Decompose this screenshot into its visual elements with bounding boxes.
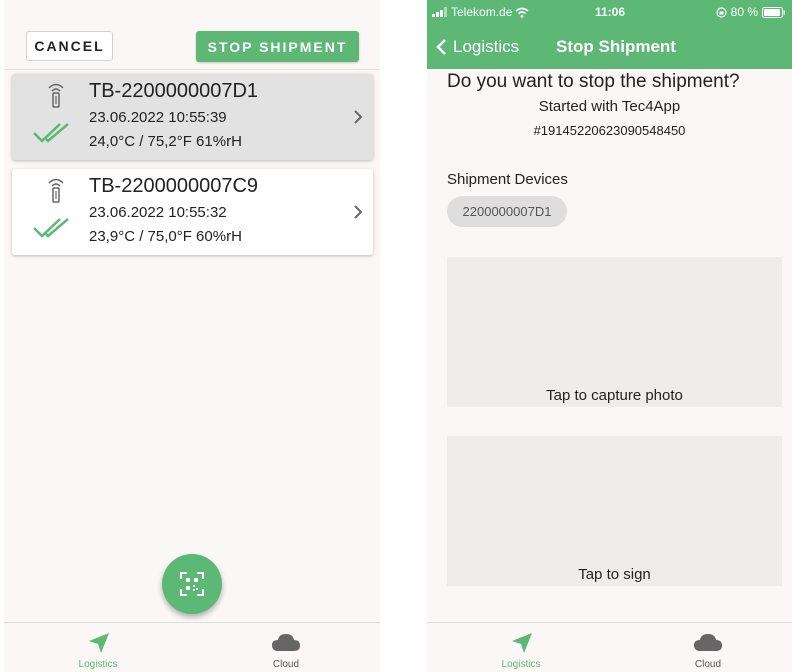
tab-logistics[interactable]: Logistics <box>471 623 571 672</box>
tab-logistics[interactable]: Logistics <box>48 623 148 672</box>
wifi-icon <box>515 7 529 18</box>
confirm-question: Do you want to stop the shipment? <box>447 71 740 92</box>
capture-photo-area[interactable]: Tap to capture photo <box>447 257 782 407</box>
navigation-arrow-icon <box>512 633 532 653</box>
device-id: TB-2200000007D1 <box>89 80 259 102</box>
tab-bar: Logistics Cloud <box>427 622 792 672</box>
stop-shipment-button[interactable]: STOP SHIPMENT <box>196 31 359 62</box>
device-datetime: 23.06.2022 10:55:39 <box>89 109 227 126</box>
double-check-icon <box>33 218 69 238</box>
capture-photo-label: Tap to capture photo <box>546 387 683 404</box>
device-list-screen: CANCEL STOP SHIPMENT TB-2200000007D1 23.… <box>4 0 380 672</box>
chevron-right-icon <box>354 205 363 219</box>
orientation-lock-icon <box>716 6 727 18</box>
shipment-id: #19145220623090548450 <box>533 123 686 138</box>
back-label: Logistics <box>453 37 520 56</box>
signal-icon <box>432 7 447 17</box>
battery-percent: 80 % <box>730 5 758 19</box>
status-time: 11:06 <box>595 5 626 19</box>
battery-icon <box>762 6 785 18</box>
device-reading: 23,9°C / 75,0°F 60%rH <box>89 228 242 245</box>
device-id: TB-2200000007C9 <box>89 175 259 197</box>
tab-cloud[interactable]: Cloud <box>658 623 758 672</box>
tab-cloud[interactable]: Cloud <box>236 623 336 672</box>
cloud-icon <box>694 634 722 651</box>
sensor-icon <box>48 83 64 108</box>
chevron-right-icon <box>354 110 363 124</box>
scan-qr-button[interactable] <box>162 554 222 614</box>
status-right: 80 % <box>716 5 786 19</box>
tab-label: Cloud <box>272 659 300 670</box>
device-card[interactable]: TB-2200000007D1 23.06.2022 10:55:39 24,0… <box>12 74 373 160</box>
tab-bar: Logistics Cloud <box>4 622 380 672</box>
shipment-devices-label: Shipment Devices <box>447 171 568 188</box>
device-reading: 24,0°C / 75,2°F 61%rH <box>89 133 242 150</box>
device-chip: 2200000007D1 <box>447 196 567 227</box>
device-datetime: 23.06.2022 10:55:32 <box>89 204 227 221</box>
cloud-icon <box>272 634 300 651</box>
top-bar: CANCEL STOP SHIPMENT <box>4 0 380 70</box>
carrier-name: Telekom.de <box>451 5 513 19</box>
nav-header: Telekom.de 11:06 80 % Logistics Stop Shi… <box>427 0 792 69</box>
sensor-icon <box>48 178 64 203</box>
tab-label: Cloud <box>694 659 722 670</box>
double-check-icon <box>33 123 69 143</box>
chevron-left-icon <box>436 39 446 55</box>
qr-scan-icon <box>180 572 204 596</box>
started-with-text: Started with Tec4App <box>538 98 681 115</box>
stop-shipment-screen: Telekom.de 11:06 80 % Logistics Stop Shi… <box>427 0 792 672</box>
device-card[interactable]: TB-2200000007C9 23.06.2022 10:55:32 23,9… <box>12 169 373 255</box>
status-carrier: Telekom.de <box>432 5 529 19</box>
cancel-button[interactable]: CANCEL <box>26 31 113 61</box>
signature-label: Tap to sign <box>578 566 651 583</box>
back-button[interactable]: Logistics <box>435 37 519 57</box>
page-title: Stop Shipment <box>556 37 676 56</box>
signature-area[interactable]: Tap to sign <box>447 436 782 586</box>
tab-label: Logistics <box>501 659 541 670</box>
navigation-arrow-icon <box>89 633 109 653</box>
tab-label: Logistics <box>78 659 118 670</box>
